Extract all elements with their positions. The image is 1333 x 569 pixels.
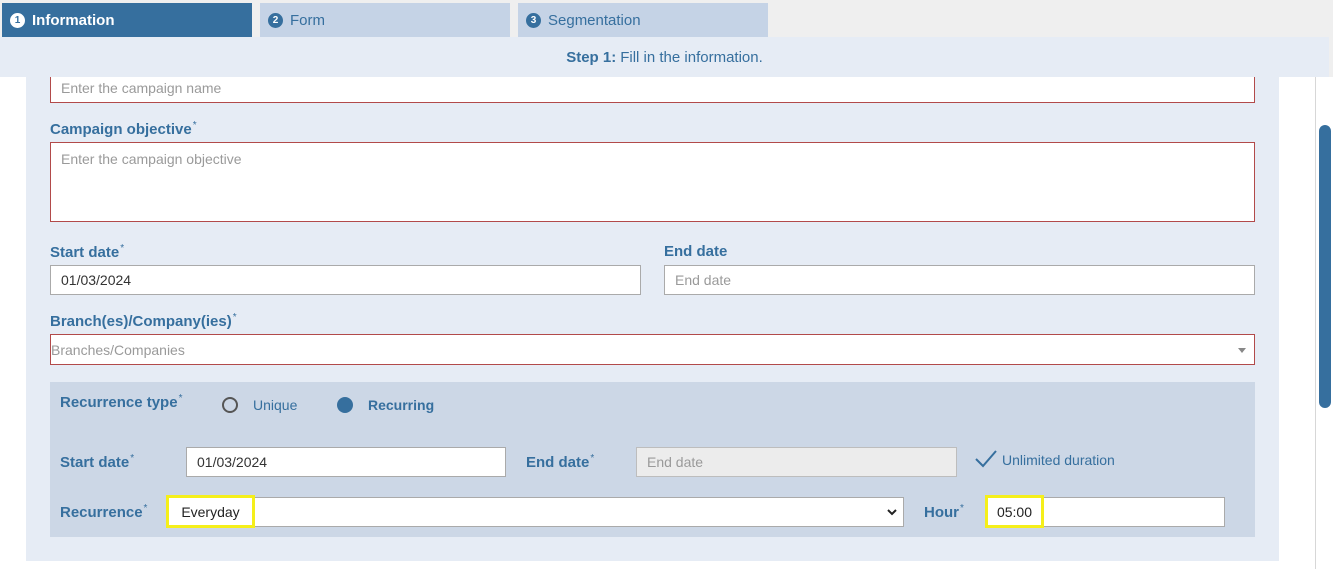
step-1-badge: 1 bbox=[10, 12, 25, 28]
unlimited-duration-label[interactable]: Unlimited duration bbox=[1002, 452, 1115, 468]
form-panel: Enter the campaign name Campaign objecti… bbox=[26, 77, 1279, 561]
hour-value: 05:00 bbox=[996, 503, 1033, 520]
end-date-input[interactable]: End date bbox=[664, 265, 1255, 295]
recurrence-value: Everyday bbox=[181, 503, 240, 520]
recurrence-end-date-placeholder: End date bbox=[647, 454, 704, 470]
radio-unique[interactable] bbox=[222, 397, 238, 413]
end-date-label: End date bbox=[664, 243, 728, 260]
radio-recurring[interactable] bbox=[337, 397, 353, 413]
tab-form-label: Form bbox=[290, 11, 325, 29]
campaign-objective-label: Campaign objective* bbox=[50, 120, 197, 138]
chevron-down-icon bbox=[887, 509, 897, 516]
tab-form[interactable]: 2 Form bbox=[260, 3, 510, 37]
recurrence-value-highlight: Everyday bbox=[166, 495, 255, 528]
tab-information-label: Information bbox=[32, 11, 115, 29]
campaign-name-placeholder: Enter the campaign name bbox=[61, 80, 222, 96]
scrollbar-thumb[interactable] bbox=[1319, 125, 1331, 408]
step-prefix: Step 1: bbox=[566, 48, 617, 66]
recurrence-start-date-input[interactable]: 01/03/2024 bbox=[186, 447, 506, 477]
campaign-objective-textarea[interactable]: Enter the campaign objective bbox=[50, 142, 1255, 222]
tab-segmentation-label: Segmentation bbox=[548, 11, 641, 29]
recurrence-end-date-input[interactable]: End date bbox=[636, 447, 957, 477]
branches-placeholder: Branches/Companies bbox=[51, 341, 185, 358]
recurrence-section: Recurrence type* Unique Recurring Start … bbox=[50, 382, 1255, 537]
start-date-label: Start date* bbox=[50, 243, 125, 261]
campaign-objective-placeholder: Enter the campaign objective bbox=[61, 151, 242, 167]
form-content: Enter the campaign name Campaign objecti… bbox=[0, 77, 1333, 569]
tab-segmentation[interactable]: 3 Segmentation bbox=[518, 3, 768, 37]
step-3-badge: 3 bbox=[526, 12, 541, 28]
recurrence-start-date-value: 01/03/2024 bbox=[197, 454, 268, 470]
recurrence-start-date-label: Start date* bbox=[60, 453, 135, 471]
hour-value-highlight: 05:00 bbox=[985, 495, 1044, 528]
checkmark-icon[interactable] bbox=[974, 449, 998, 469]
campaign-name-input[interactable]: Enter the campaign name bbox=[50, 77, 1255, 103]
recurrence-select[interactable] bbox=[166, 497, 904, 527]
radio-unique-label: Unique bbox=[253, 397, 298, 413]
branches-select[interactable]: Branches/Companies bbox=[50, 334, 1255, 365]
dropdown-arrow-icon bbox=[1238, 348, 1246, 353]
step-instruction: Step 1: Fill in the information. bbox=[0, 37, 1329, 77]
radio-recurring-label: Recurring bbox=[368, 397, 435, 413]
branches-label: Branch(es)/Company(ies)* bbox=[50, 312, 237, 330]
tab-information[interactable]: 1 Information bbox=[2, 3, 252, 37]
vertical-scrollbar[interactable] bbox=[1315, 77, 1333, 569]
recurrence-end-date-label: End date* bbox=[526, 453, 595, 471]
start-date-input[interactable]: 01/03/2024 bbox=[50, 265, 641, 295]
hour-label: Hour* bbox=[924, 503, 964, 521]
recurrence-label: Recurrence* bbox=[60, 503, 148, 521]
step-2-badge: 2 bbox=[268, 12, 283, 28]
start-date-value: 01/03/2024 bbox=[61, 272, 132, 288]
end-date-placeholder: End date bbox=[675, 272, 732, 288]
step-text: Fill in the information. bbox=[620, 48, 763, 66]
recurrence-type-label: Recurrence type* bbox=[60, 393, 183, 411]
